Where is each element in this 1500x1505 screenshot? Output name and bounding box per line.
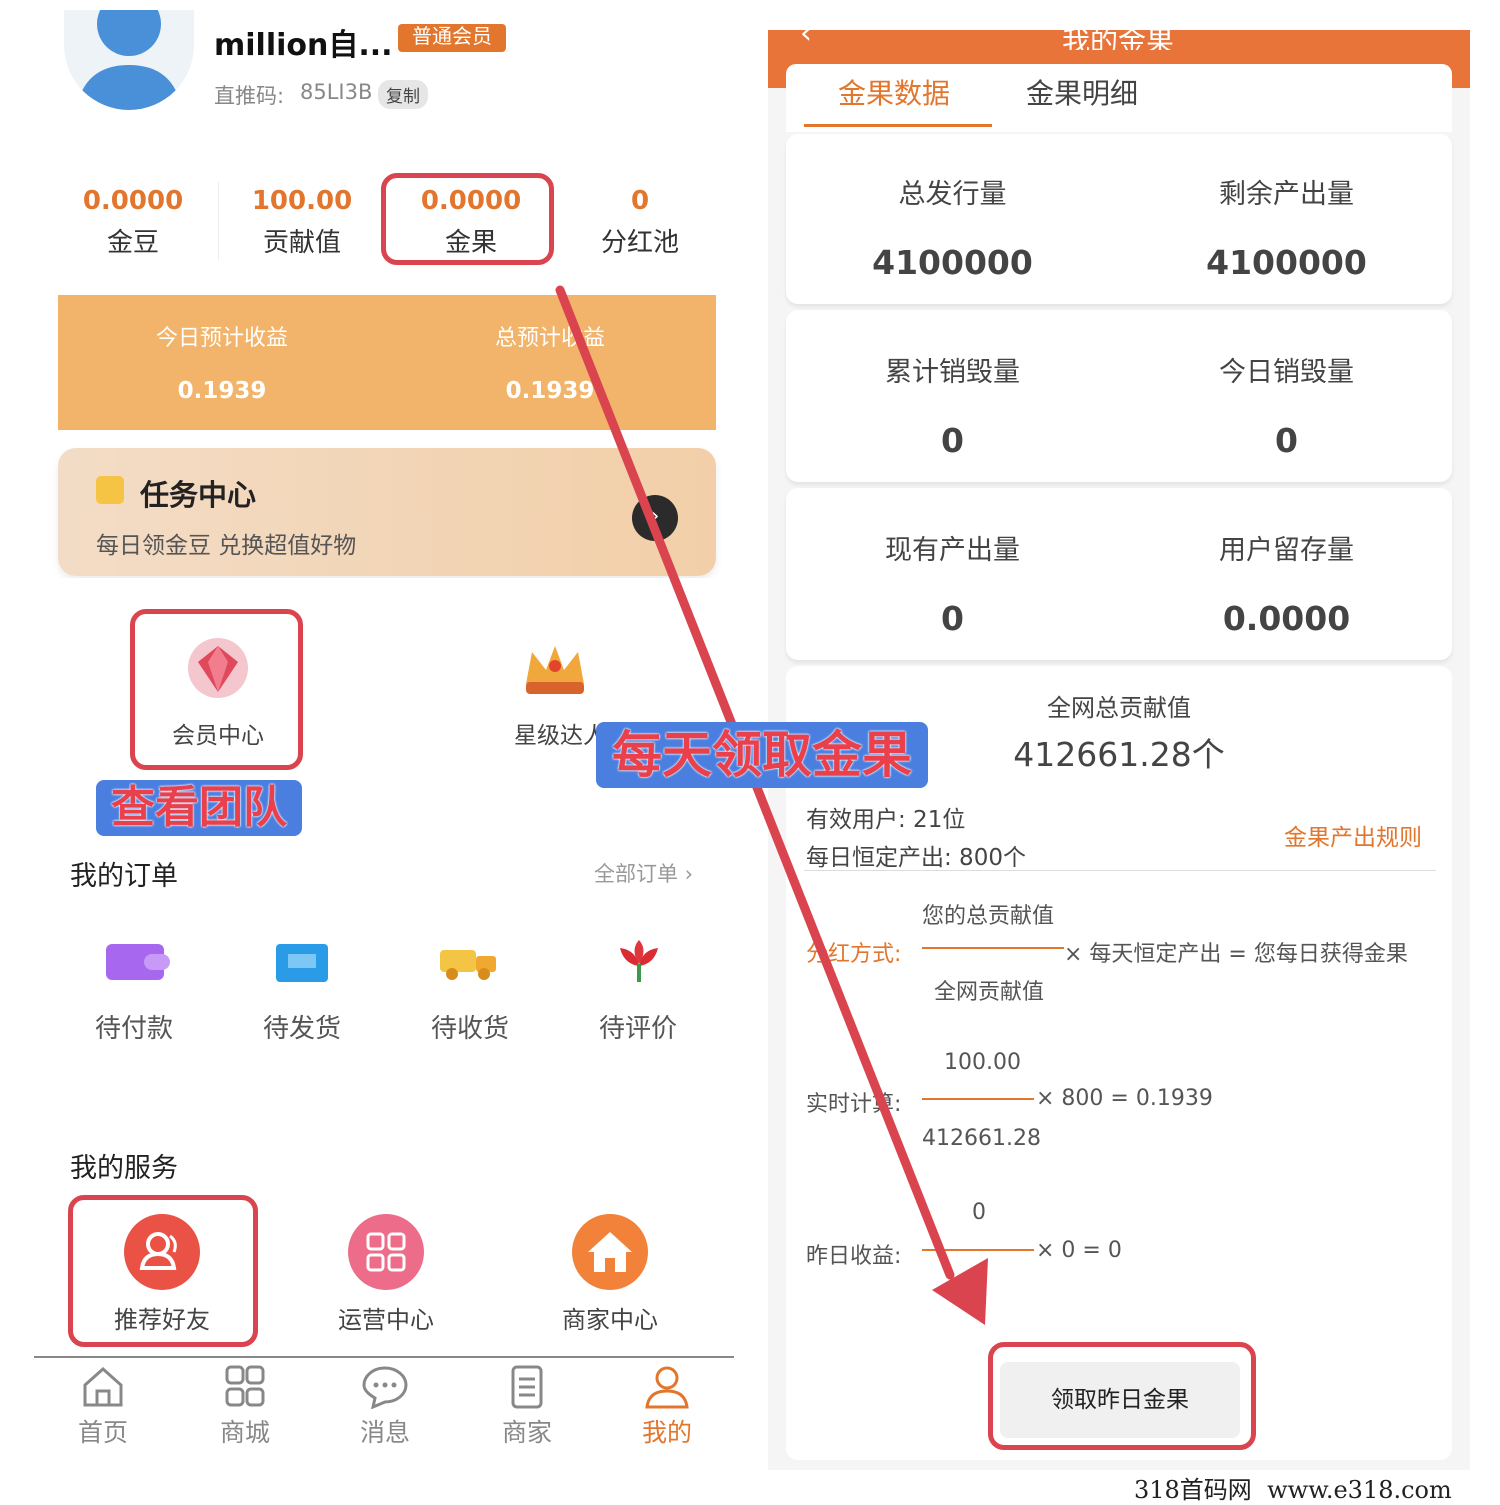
annotation-view-team: 查看团队 xyxy=(96,780,302,836)
annotation-daily-claim: 每天领取金果 xyxy=(596,722,928,788)
